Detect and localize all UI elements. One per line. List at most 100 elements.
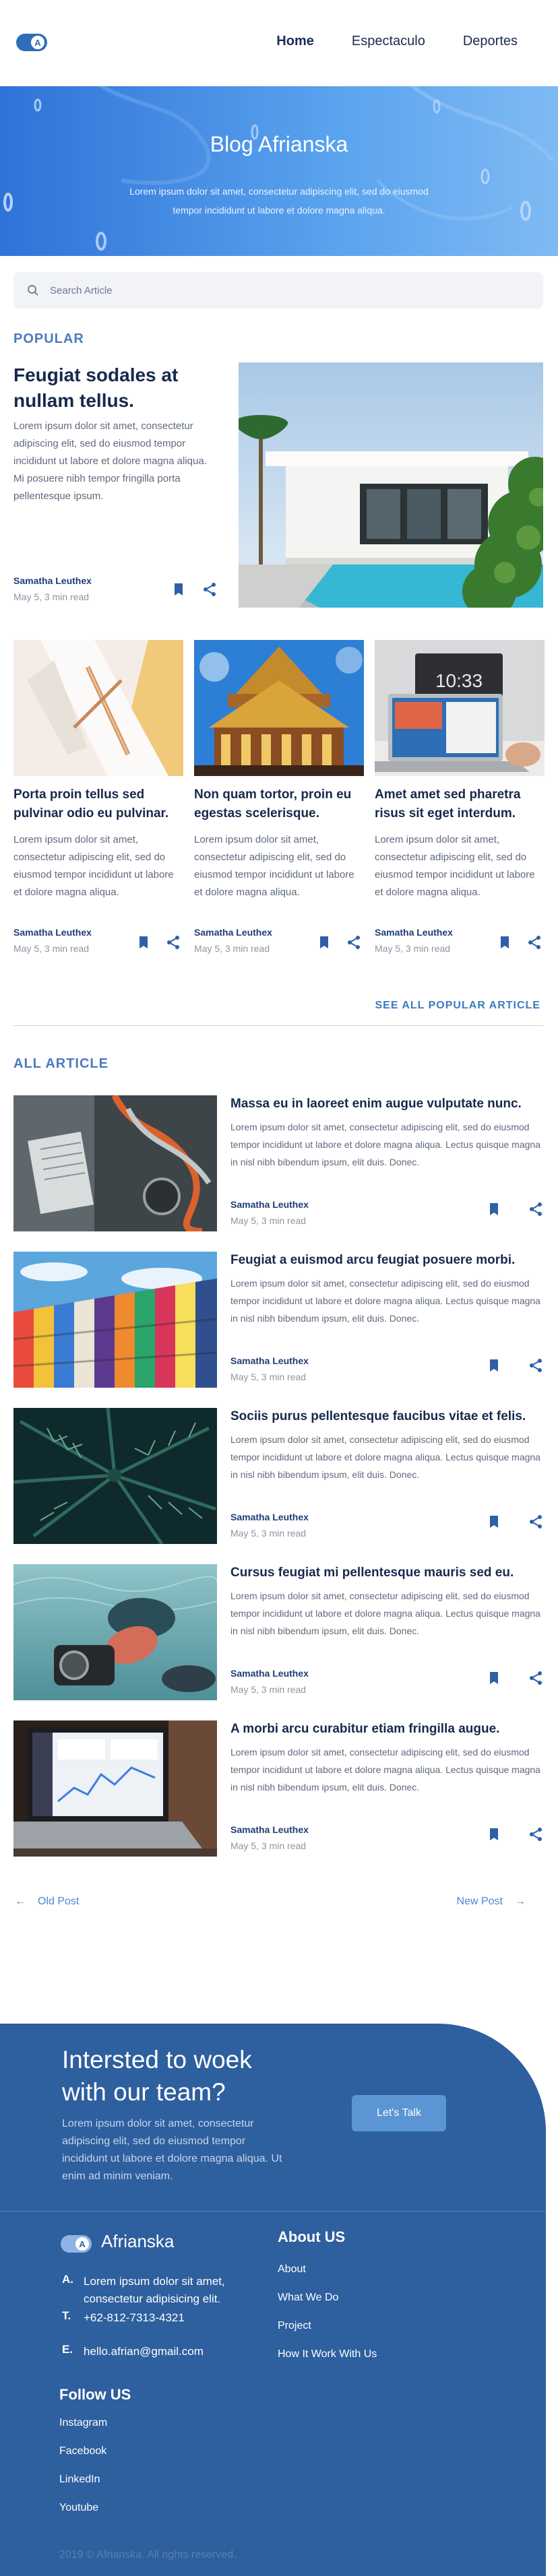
share-icon[interactable] bbox=[202, 582, 217, 597]
article-author[interactable]: Samatha Leuthex bbox=[230, 1668, 309, 1679]
article-title[interactable]: Cursus feugiat mi pellentesque mauris se… bbox=[230, 1566, 514, 1580]
share-icon[interactable] bbox=[528, 1514, 543, 1529]
bookmark-icon[interactable] bbox=[317, 935, 332, 950]
main-nav: Home Espectaculo Deportes bbox=[276, 34, 518, 49]
article-actions bbox=[487, 1671, 543, 1685]
share-icon[interactable] bbox=[527, 935, 542, 950]
palm-leaves-photo bbox=[13, 1408, 217, 1544]
popular-card[interactable]: Non quam tortor, proin eu egestas sceler… bbox=[194, 640, 364, 901]
search-bar bbox=[13, 272, 543, 309]
new-post-link[interactable]: New Post → bbox=[457, 1896, 526, 1908]
article-author-block: Samatha Leuthex May 5, 3 min read bbox=[230, 1355, 309, 1382]
article-actions bbox=[487, 1827, 543, 1842]
article-body: Lorem ipsum dolor sit amet, consectetur … bbox=[230, 1434, 540, 1480]
svg-text:10:33: 10:33 bbox=[435, 670, 483, 691]
article-row[interactable]: Feugiat a euismod arcu feugiat posuere m… bbox=[13, 1252, 543, 1388]
bookmark-icon[interactable] bbox=[487, 1671, 501, 1685]
social-link-instagram[interactable]: Instagram bbox=[59, 2417, 107, 2429]
article-author[interactable]: Samatha Leuthex bbox=[230, 1512, 309, 1522]
bookmark-icon[interactable] bbox=[171, 582, 186, 597]
popular-card[interactable]: 10:33 Amet amet sed pharetra risus sit e… bbox=[375, 640, 545, 901]
article-row[interactable]: A morbi arcu curabitur etiam fringilla a… bbox=[13, 1720, 543, 1857]
hero-subtitle: Lorem ipsum dolor sit amet, consectetur … bbox=[129, 186, 429, 216]
see-all-popular-link[interactable]: SEE ALL POPULAR ARTICLE bbox=[375, 1000, 540, 1012]
nav-espectaculo[interactable]: Espectaculo bbox=[352, 34, 425, 49]
popular-heading: POPULAR bbox=[13, 331, 84, 346]
article-meta: May 5, 3 min read bbox=[230, 1215, 307, 1226]
social-link-linkedin[interactable]: LinkedIn bbox=[59, 2474, 100, 2486]
article-image bbox=[13, 1095, 217, 1231]
article-body: Lorem ipsum dolor sit amet, consectetur … bbox=[230, 1590, 540, 1636]
featured-title[interactable]: Feugiat sodales at nullam tellus. bbox=[13, 362, 216, 414]
article-author-block: Samatha Leuthex May 5, 3 min read bbox=[230, 1824, 309, 1851]
follow-heading: Follow US bbox=[59, 2386, 131, 2403]
article-title[interactable]: Massa eu in laoreet enim augue vulputate… bbox=[230, 1097, 522, 1112]
arrow-right-icon: → bbox=[515, 1896, 526, 1907]
search-input[interactable] bbox=[50, 284, 522, 296]
footer-link-what-we-do[interactable]: What We Do bbox=[278, 2292, 338, 2304]
brand-logo-icon[interactable]: A bbox=[16, 28, 50, 55]
article-row[interactable]: Sociis purus pellentesque faucibus vitae… bbox=[13, 1408, 543, 1544]
about-heading: About US bbox=[278, 2228, 346, 2245]
card-actions bbox=[497, 935, 542, 950]
article-row[interactable]: Massa eu in laoreet enim augue vulputate… bbox=[13, 1095, 543, 1231]
site-footer: Intersted to woek with our team? Lorem i… bbox=[0, 2024, 546, 2576]
share-icon[interactable] bbox=[528, 1827, 543, 1842]
nav-home[interactable]: Home bbox=[276, 34, 314, 49]
card-body: Lorem ipsum dolor sit amet, consectetur … bbox=[375, 834, 535, 898]
article-author[interactable]: Samatha Leuthex bbox=[230, 1824, 309, 1835]
bookmark-icon[interactable] bbox=[487, 1514, 501, 1529]
share-icon[interactable] bbox=[528, 1202, 543, 1217]
search-icon[interactable] bbox=[27, 284, 39, 296]
contact-value[interactable]: +62-812-7313-4321 bbox=[84, 2309, 286, 2327]
bookmark-icon[interactable] bbox=[136, 935, 151, 950]
bookmark-icon[interactable] bbox=[497, 935, 512, 950]
contact-email: E. hello.afrian@gmail.com bbox=[62, 2343, 286, 2360]
article-author-block: Samatha Leuthex May 5, 3 min read bbox=[230, 1668, 309, 1695]
featured-author-block: Samatha Leuthex May 5, 3 min read bbox=[13, 575, 92, 602]
article-body: Lorem ipsum dolor sit amet, consectetur … bbox=[230, 1278, 540, 1324]
card-image bbox=[13, 640, 183, 776]
article-title[interactable]: Sociis purus pellentesque faucibus vitae… bbox=[230, 1409, 526, 1424]
bookmark-icon[interactable] bbox=[487, 1827, 501, 1842]
featured-image[interactable] bbox=[239, 362, 543, 608]
old-post-label: Old Post bbox=[38, 1896, 80, 1907]
footer-brand-name: Afrianska bbox=[101, 2231, 175, 2251]
card-actions bbox=[317, 935, 361, 950]
social-link-facebook[interactable]: Facebook bbox=[59, 2445, 106, 2457]
brand-logo-icon[interactable]: A bbox=[61, 2230, 94, 2257]
social-link-youtube[interactable]: Youtube bbox=[59, 2502, 98, 2514]
lets-talk-button[interactable]: Let's Talk bbox=[352, 2095, 446, 2131]
article-title[interactable]: A morbi arcu curabitur etiam fringilla a… bbox=[230, 1722, 499, 1737]
contact-value[interactable]: hello.afrian@gmail.com bbox=[84, 2343, 286, 2360]
share-icon[interactable] bbox=[166, 935, 181, 950]
popular-card[interactable]: Porta proin tellus sed pulvinar odio eu … bbox=[13, 640, 183, 901]
article-row[interactable]: Cursus feugiat mi pellentesque mauris se… bbox=[13, 1564, 543, 1700]
share-icon[interactable] bbox=[528, 1358, 543, 1373]
card-title[interactable]: Amet amet sed pharetra risus sit eget in… bbox=[375, 785, 545, 823]
contact-address: A. Lorem ipsum dolor sit amet, consectet… bbox=[62, 2273, 286, 2308]
bookmark-icon[interactable] bbox=[487, 1358, 501, 1373]
featured-author[interactable]: Samatha Leuthex bbox=[13, 575, 92, 586]
share-icon[interactable] bbox=[346, 935, 361, 950]
footer-link-about[interactable]: About bbox=[278, 2263, 306, 2276]
footer-link-how-it-works[interactable]: How It Work With Us bbox=[278, 2348, 377, 2360]
card-title[interactable]: Porta proin tellus sed pulvinar odio eu … bbox=[13, 785, 183, 823]
article-author[interactable]: Samatha Leuthex bbox=[230, 1355, 309, 1366]
article-title[interactable]: Feugiat a euismod arcu feugiat posuere m… bbox=[230, 1253, 515, 1268]
colorful-facade-photo bbox=[13, 1252, 217, 1388]
cta-heading: Intersted to woek with our team? bbox=[62, 2046, 252, 2106]
article-meta: May 5, 3 min read bbox=[230, 1528, 307, 1539]
bookmark-icon[interactable] bbox=[487, 1202, 501, 1217]
article-author[interactable]: Samatha Leuthex bbox=[230, 1199, 309, 1210]
old-post-link[interactable]: ← Old Post bbox=[15, 1896, 79, 1908]
card-footer: Samatha Leuthex May 5, 3 min read bbox=[375, 927, 553, 961]
footer-link-project[interactable]: Project bbox=[278, 2320, 311, 2332]
article-image bbox=[13, 1252, 217, 1388]
laptop-dashboard-photo bbox=[13, 1720, 217, 1857]
nav-deportes[interactable]: Deportes bbox=[463, 34, 518, 49]
card-title[interactable]: Non quam tortor, proin eu egestas sceler… bbox=[194, 785, 364, 823]
svg-text:A: A bbox=[79, 2239, 86, 2249]
modern-house-photo bbox=[239, 362, 543, 608]
share-icon[interactable] bbox=[528, 1671, 543, 1685]
